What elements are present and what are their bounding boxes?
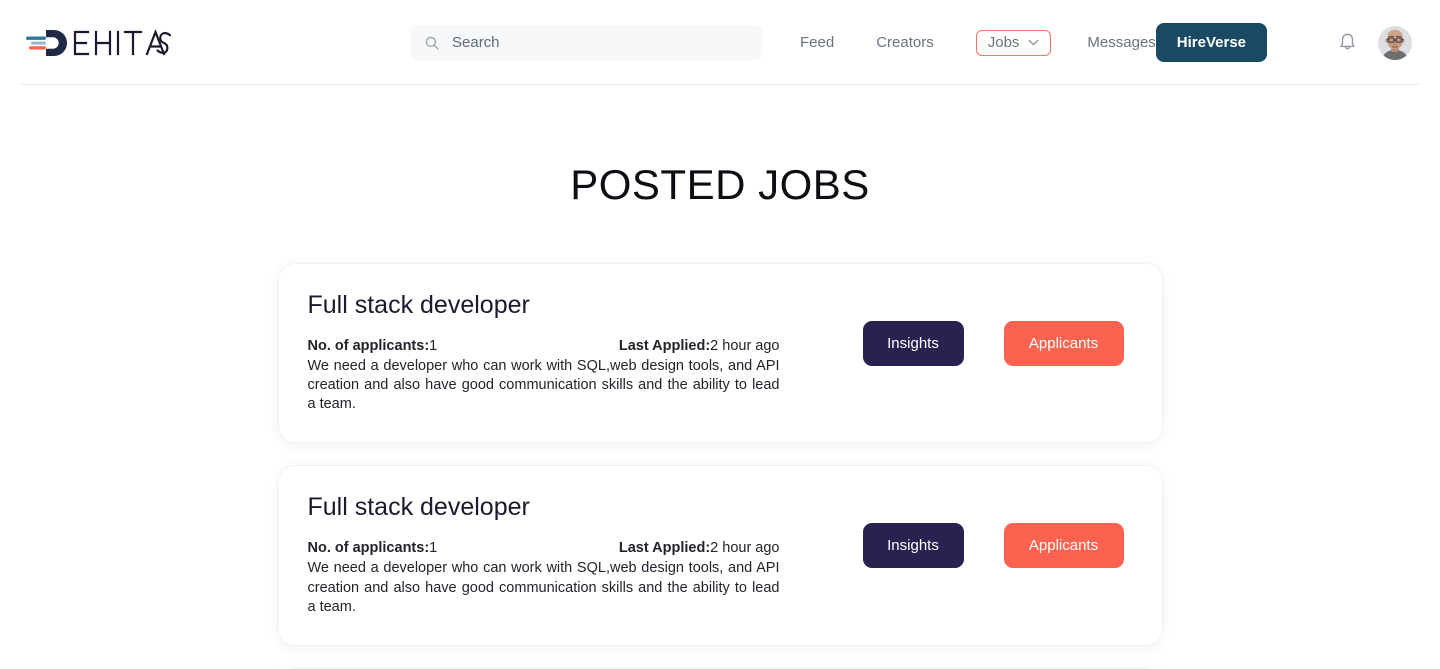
nav-dropdown-jobs[interactable]: Jobs xyxy=(975,29,1052,56)
main-content: POSTED JOBS Full stack developer No. of … xyxy=(0,161,1440,669)
applicants-label: No. of applicants: xyxy=(307,338,430,354)
applicants-label: No. of applicants: xyxy=(307,540,430,557)
job-details: Full stack developer No. of applicants:1… xyxy=(308,290,808,414)
last-applied-label: Last Applied: xyxy=(618,338,711,354)
last-applied-value: 2 hour ago xyxy=(710,540,780,557)
applicants-button[interactable]: Applicants xyxy=(1003,523,1124,569)
brand-logo[interactable] xyxy=(24,25,254,61)
applicants-count: No. of applicants:1 xyxy=(308,338,438,354)
header-divider xyxy=(20,84,1420,85)
bell-icon xyxy=(1340,33,1355,50)
job-meta: No. of applicants:1 Last Applied:2 hour … xyxy=(308,540,780,556)
search-input[interactable] xyxy=(452,34,748,51)
insights-button[interactable]: Insights xyxy=(862,523,964,569)
job-title: Full stack developer xyxy=(307,291,530,319)
notifications-button[interactable] xyxy=(1337,32,1358,53)
job-description: We need a developer who can work with SQ… xyxy=(307,560,780,615)
page-title: POSTED JOBS xyxy=(570,161,870,208)
main-navigation: Feed Creators Jobs Messages HireVerse xyxy=(800,23,1268,62)
job-actions: Insights Applicants xyxy=(862,290,1128,366)
search-icon xyxy=(425,36,439,50)
last-applied-label: Last Applied: xyxy=(618,540,711,557)
applicants-value: 1 xyxy=(429,338,438,354)
job-list: Full stack developer No. of applicants:1… xyxy=(0,263,1440,669)
nav-link-feed[interactable]: Feed xyxy=(800,28,834,57)
dehitas-logo-icon xyxy=(26,28,172,56)
job-title: Full stack developer xyxy=(307,493,530,522)
applicants-value: 1 xyxy=(429,540,438,557)
job-description: We need a developer who can work with SQ… xyxy=(307,358,780,413)
job-meta: No. of applicants:1 Last Applied:2 hour … xyxy=(308,338,780,354)
search-bar[interactable] xyxy=(410,24,762,61)
applicants-count: No. of applicants:1 xyxy=(308,540,438,556)
user-avatar xyxy=(1378,25,1412,60)
job-actions: Insights Applicants xyxy=(862,492,1128,569)
last-applied: Last Applied:2 hour ago xyxy=(619,540,780,556)
app-header: Feed Creators Jobs Messages HireVerse xyxy=(0,0,1440,85)
header-actions xyxy=(1337,25,1420,60)
last-applied-value: 2 hour ago xyxy=(710,338,780,354)
job-details: Full stack developer No. of applicants:1… xyxy=(308,492,808,616)
chevron-down-icon xyxy=(1028,39,1039,45)
hireverse-button[interactable]: HireVerse xyxy=(1155,23,1268,62)
nav-dropdown-jobs-label: Jobs xyxy=(987,33,1020,51)
nav-link-messages[interactable]: Messages xyxy=(1087,28,1155,57)
last-applied: Last Applied:2 hour ago xyxy=(619,338,780,354)
avatar[interactable] xyxy=(1378,25,1412,60)
job-card[interactable]: Full stack developer No. of applicants:1… xyxy=(277,465,1163,646)
applicants-button[interactable]: Applicants xyxy=(1003,321,1124,366)
insights-button[interactable]: Insights xyxy=(862,321,964,366)
nav-link-creators[interactable]: Creators xyxy=(876,28,934,57)
job-card[interactable]: Full stack developer No. of applicants:1… xyxy=(277,263,1163,444)
